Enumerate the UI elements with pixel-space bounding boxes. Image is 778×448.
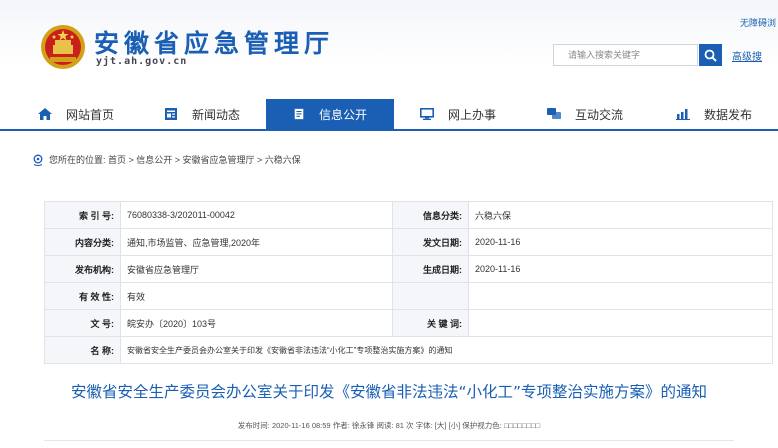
info-key: 信息分类:: [392, 201, 469, 229]
search-button[interactable]: [699, 44, 722, 66]
info-value: [468, 282, 773, 310]
info-value: 安徽省应急管理厅: [120, 255, 393, 283]
nav-label: 数据发布: [704, 107, 753, 122]
national-emblem-icon: [41, 25, 85, 69]
info-key: 索 引 号:: [44, 201, 121, 229]
nav-label: 新闻动态: [192, 107, 241, 122]
chart-icon: [676, 109, 690, 120]
table-row: 文 号: 皖安办〔2020〕103号 关 键 词:: [44, 309, 773, 337]
breadcrumb: 您所在的位置: 首页 > 信息公开 > 安徽省应急管理厅 > 六稳六保: [32, 153, 301, 166]
nav-item-info-disclosure[interactable]: 信息公开: [266, 99, 394, 129]
document-meta: 发布时间: 2020-11-16 08:59 作者: 徐永锋 阅读: 81 次 …: [237, 421, 541, 430]
info-key: 发文日期:: [392, 228, 469, 256]
info-value-name: 安徽省安全生产委员会办公室关于印发《安徽省非法违法“小化工”专项整治实施方案》的…: [120, 336, 773, 364]
document-icon: [294, 108, 304, 120]
table-row: 有 效 性: 有效: [44, 282, 773, 310]
nav-item-interaction[interactable]: 互动交流: [547, 99, 647, 129]
chat-icon: [547, 108, 561, 119]
info-key: 名 称:: [44, 336, 121, 364]
breadcrumb-text[interactable]: 您所在的位置: 首页 > 信息公开 > 安徽省应急管理厅 > 六稳六保: [49, 153, 301, 166]
info-value: 2020-11-16: [468, 228, 773, 256]
info-key: 文 号:: [44, 309, 121, 337]
nav-item-news[interactable]: 新闻动态: [164, 99, 264, 129]
site-title[interactable]: 安徽省应急管理厅: [94, 24, 334, 60]
nav-label: 互动交流: [575, 107, 624, 122]
document-info-table: 索 引 号: 76080338-3/202011-00042 信息分类: 六稳六…: [44, 201, 773, 364]
table-row: 发布机构: 安徽省应急管理厅 生成日期: 2020-11-16: [44, 255, 773, 283]
nav-label: 网站首页: [66, 107, 115, 122]
info-key: 生成日期:: [392, 255, 469, 283]
site-header: 安徽省应急管理厅 yjt.ah.gov.cn 无障碍浏 请输入搜索关键字 高级搜: [0, 0, 778, 96]
table-row: 名 称: 安徽省安全生产委员会办公室关于印发《安徽省非法违法“小化工”专项整治实…: [44, 336, 773, 364]
info-value: 有效: [120, 282, 393, 310]
advanced-search-link[interactable]: 高级搜: [732, 48, 762, 63]
search-input[interactable]: 请输入搜索关键字: [553, 44, 698, 66]
info-value: 76080338-3/202011-00042: [120, 201, 393, 229]
news-icon: [165, 108, 177, 120]
accessibility-link[interactable]: 无障碍浏: [740, 16, 776, 29]
info-value: 2020-11-16: [468, 255, 773, 283]
info-key: 关 键 词:: [392, 309, 469, 337]
info-key: [392, 282, 469, 310]
nav-item-home[interactable]: 网站首页: [38, 99, 138, 129]
info-key: 内容分类:: [44, 228, 121, 256]
home-icon: [38, 108, 52, 120]
info-key: 有 效 性:: [44, 282, 121, 310]
document-title: 安徽省安全生产委员会办公室关于印发《安徽省非法违法“小化工”专项整治实施方案》的…: [70, 383, 708, 401]
nav-item-online-service[interactable]: 网上办事: [420, 99, 520, 129]
main-nav: 网站首页 新闻动态 信息公开 网上办事 互动交流 数据发布: [0, 99, 778, 131]
site-domain: yjt.ah.gov.cn: [96, 56, 188, 67]
nav-item-data-release[interactable]: 数据发布: [676, 99, 776, 129]
info-value: 通知,市场监管、应急管理,2020年: [120, 228, 393, 256]
search-icon: [704, 49, 717, 62]
table-row: 索 引 号: 76080338-3/202011-00042 信息分类: 六稳六…: [44, 201, 773, 229]
nav-label: 信息公开: [318, 107, 367, 122]
table-row: 内容分类: 通知,市场监管、应急管理,2020年 发文日期: 2020-11-1…: [44, 228, 773, 256]
info-key: 发布机构:: [44, 255, 121, 283]
info-value: 皖安办〔2020〕103号: [120, 309, 393, 337]
location-pin-icon: [33, 154, 43, 166]
info-value: [468, 309, 773, 337]
monitor-icon: [420, 108, 434, 120]
nav-label: 网上办事: [448, 107, 497, 122]
divider: [44, 440, 734, 441]
info-value: 六稳六保: [468, 201, 773, 229]
